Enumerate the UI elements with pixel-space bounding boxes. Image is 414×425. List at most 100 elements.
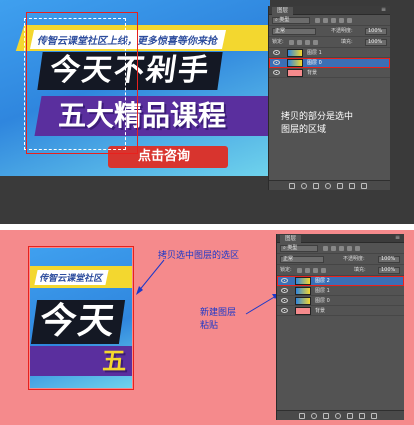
- layer-thumbnail: [295, 307, 311, 315]
- bottom-screenshot: 传智云课堂社区 今天 五 拷贝选中图层的选区 新建图层 粘贴 图层 ≡ ⌕ 类型…: [0, 230, 414, 425]
- layer-row[interactable]: 图层 0: [277, 296, 404, 306]
- new-group-icon[interactable]: [347, 413, 353, 419]
- filter-shape-icon[interactable]: [339, 18, 344, 23]
- layer-name: 背景: [315, 308, 326, 314]
- add-mask-icon[interactable]: [323, 413, 329, 419]
- kind-filter-label: 类型: [279, 17, 290, 23]
- lock-row: 锁定: 填充: 100%: [277, 265, 404, 276]
- banner-canvas[interactable]: 传智云课堂社区上线，更多惊喜等你来抢 今天不剁手 五大精品课程 点击咨询: [0, 0, 270, 176]
- filter-adjust-icon[interactable]: [331, 246, 336, 251]
- delete-layer-icon[interactable]: [371, 413, 377, 419]
- panel-footer: [277, 410, 404, 420]
- layers-panel: 图层 ≡ ⌕ 类型 正常 不透明度: 100% 锁定: 填充: 100% 图层 …: [276, 234, 404, 420]
- layer-name: 背景: [307, 70, 318, 76]
- layer-bounds-outline: [26, 12, 138, 154]
- lock-label: 锁定:: [272, 39, 284, 45]
- layer-row[interactable]: 图层 1: [277, 286, 404, 296]
- lock-transparent-icon[interactable]: [289, 40, 294, 45]
- layer-thumbnail: [295, 277, 311, 285]
- layer-row-background[interactable]: 背景: [269, 68, 390, 78]
- filter-type-icon[interactable]: [339, 246, 344, 251]
- layer-thumbnail: [287, 69, 303, 77]
- layer-row-background[interactable]: 背景: [277, 306, 404, 316]
- new-group-icon[interactable]: [337, 183, 343, 189]
- opacity-input[interactable]: 100%: [378, 256, 400, 263]
- filter-smart-icon[interactable]: [355, 246, 360, 251]
- filter-adjust-icon[interactable]: [323, 18, 328, 23]
- filter-smart-icon[interactable]: [347, 18, 352, 23]
- visibility-eye-icon[interactable]: [273, 60, 280, 65]
- visibility-eye-icon[interactable]: [273, 70, 280, 75]
- kind-filter-label: 类型: [287, 245, 298, 251]
- visibility-eye-icon[interactable]: [273, 50, 280, 55]
- lock-all-icon[interactable]: [313, 40, 318, 45]
- filter-pixel-icon[interactable]: [315, 18, 320, 23]
- filter-pixel-icon[interactable]: [323, 246, 328, 251]
- layer-row[interactable]: 图层 1: [269, 48, 390, 58]
- link-layers-icon[interactable]: [289, 183, 295, 189]
- tab-layers[interactable]: 图层: [280, 235, 302, 243]
- lock-row: 锁定: 填充: 100%: [269, 37, 390, 48]
- tab-layers[interactable]: 图层: [272, 7, 294, 15]
- lock-brush-icon[interactable]: [305, 268, 310, 273]
- lock-label: 锁定:: [280, 267, 292, 273]
- panel-header: 图层 ≡: [277, 234, 404, 243]
- filter-row: ⌕ 类型: [277, 243, 404, 254]
- lock-move-icon[interactable]: [305, 40, 310, 45]
- kind-filter-select[interactable]: ⌕ 类型: [280, 245, 318, 252]
- opacity-input[interactable]: 100%: [365, 28, 387, 35]
- link-layers-icon[interactable]: [299, 413, 305, 419]
- arrow-line: [245, 295, 277, 315]
- panel-footer: [269, 180, 390, 190]
- layer-row-selected[interactable]: 图层 0: [269, 58, 390, 68]
- layer-name: 图层 0: [307, 60, 322, 66]
- lock-transparent-icon[interactable]: [297, 268, 302, 273]
- lock-move-icon[interactable]: [313, 268, 318, 273]
- fill-label: 填充:: [354, 267, 366, 273]
- visibility-eye-icon[interactable]: [281, 298, 288, 303]
- fx-icon[interactable]: [301, 183, 307, 189]
- layer-thumbnail: [287, 49, 303, 57]
- panel-header: 图层 ≡: [269, 6, 390, 15]
- opacity-label: 不透明度:: [331, 28, 353, 34]
- new-layer-icon[interactable]: [359, 413, 365, 419]
- layer-thumbnail: [295, 287, 311, 295]
- layer-thumbnail: [287, 59, 303, 67]
- blend-row: 正常 不透明度: 100%: [277, 254, 404, 265]
- layer-name: 图层 2: [315, 278, 330, 284]
- filter-type-icon[interactable]: [331, 18, 336, 23]
- panel-menu-icon[interactable]: ≡: [395, 234, 400, 241]
- visibility-eye-icon[interactable]: [281, 308, 288, 313]
- lock-all-icon[interactable]: [321, 268, 326, 273]
- blend-row: 正常 不透明度: 100%: [269, 26, 390, 37]
- layer-name: 图层 0: [315, 298, 330, 304]
- cta-button[interactable]: 点击咨询: [138, 148, 190, 166]
- visibility-eye-icon[interactable]: [281, 278, 288, 283]
- top-screenshot: 传智云课堂社区上线，更多惊喜等你来抢 今天不剁手 五大精品课程 点击咨询 图层 …: [0, 0, 414, 224]
- blend-mode-select[interactable]: 正常: [280, 256, 324, 263]
- filter-shape-icon[interactable]: [347, 246, 352, 251]
- lock-brush-icon[interactable]: [297, 40, 302, 45]
- layer-name: 图层 1: [315, 288, 330, 294]
- add-mask-icon[interactable]: [313, 183, 319, 189]
- layer-name: 图层 1: [307, 50, 322, 56]
- fill-input[interactable]: 100%: [378, 267, 400, 274]
- fill-label: 填充:: [341, 39, 353, 45]
- adjustment-layer-icon[interactable]: [335, 413, 341, 419]
- visibility-eye-icon[interactable]: [281, 288, 288, 293]
- fx-icon[interactable]: [311, 413, 317, 419]
- panel-menu-icon[interactable]: ≡: [381, 6, 386, 13]
- layers-panel: 图层 ≡ ⌕ 类型 正常 不透明度: 100% 锁定: 填充: 100% 图层 …: [268, 6, 390, 190]
- adjustment-layer-icon[interactable]: [325, 183, 331, 189]
- blend-mode-select[interactable]: 正常: [272, 28, 316, 35]
- layer-row-selected[interactable]: 图层 2: [277, 276, 404, 286]
- kind-filter-select[interactable]: ⌕ 类型: [272, 17, 310, 24]
- filter-row: ⌕ 类型: [269, 15, 390, 26]
- annotation-line-1: 拷贝的部分是选中: [281, 112, 354, 122]
- new-layer-icon[interactable]: [349, 183, 355, 189]
- annotation-line-2: 图层的区域: [281, 125, 327, 135]
- fill-input[interactable]: 100%: [365, 39, 387, 46]
- layer-thumbnail: [295, 297, 311, 305]
- delete-layer-icon[interactable]: [361, 183, 367, 189]
- opacity-label: 不透明度:: [343, 256, 365, 262]
